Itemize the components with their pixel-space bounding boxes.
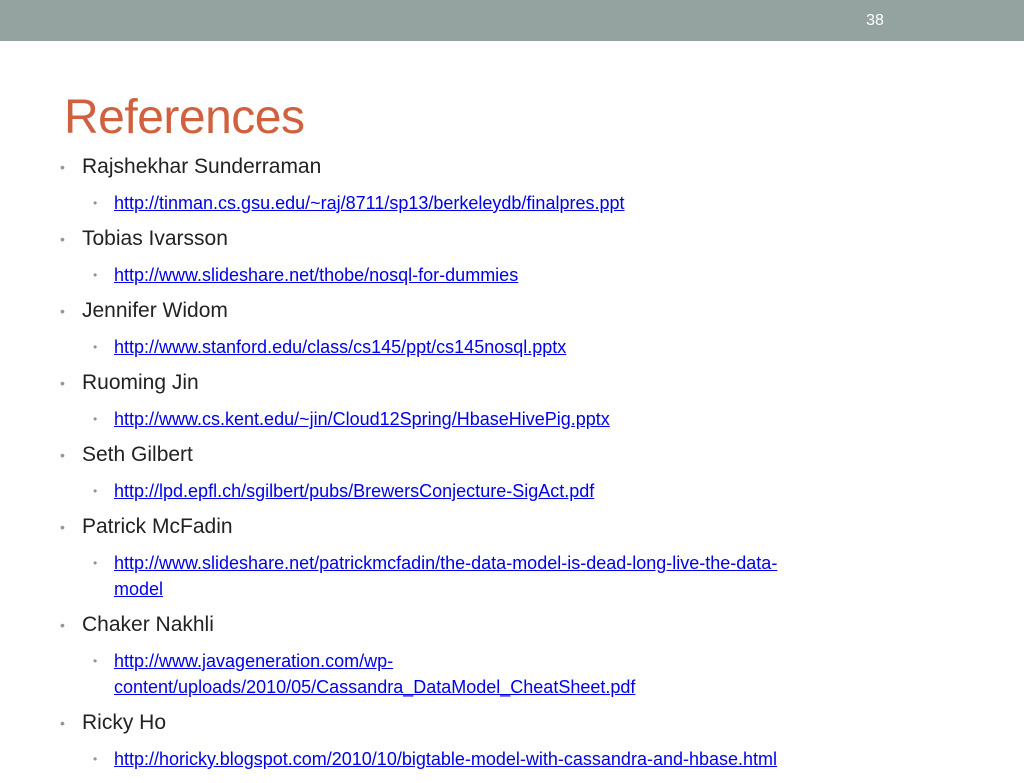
bullet-icon: • <box>93 484 98 498</box>
bullet-icon: • <box>60 159 65 175</box>
reference-author: • Ruoming Jin <box>60 371 965 395</box>
author-name: Jennifer Widom <box>82 299 228 322</box>
bullet-icon: • <box>93 412 98 426</box>
bullet-icon: • <box>60 447 65 463</box>
author-name: Tobias Ivarsson <box>82 227 228 250</box>
reference-link-row: • http://tinman.cs.gsu.edu/~raj/8711/sp1… <box>60 190 965 216</box>
reference-link-line-2: model <box>114 579 164 599</box>
reference-author: • Chaker Nakhli <box>60 613 965 637</box>
reference-link-row: • http://www.javageneration.com/wp-conte… <box>60 648 965 700</box>
reference-entry: • Tobias Ivarsson • http://www.slideshar… <box>60 227 965 288</box>
reference-author: • Tobias Ivarsson <box>60 227 965 251</box>
reference-entry: • Ricky Ho • http://horicky.blogspot.com… <box>60 711 965 772</box>
reference-entry: • Jennifer Widom • http://www.stanford.e… <box>60 299 965 360</box>
author-name: Patrick McFadin <box>82 515 233 538</box>
reference-author: • Seth Gilbert <box>60 443 965 467</box>
author-name: Ruoming Jin <box>82 371 199 394</box>
reference-entry: • Ruoming Jin • http://www.cs.kent.edu/~… <box>60 371 965 432</box>
reference-entry: • Seth Gilbert • http://lpd.epfl.ch/sgil… <box>60 443 965 504</box>
reference-author: • Ricky Ho <box>60 711 965 735</box>
bullet-icon: • <box>93 654 98 668</box>
bullet-icon: • <box>93 556 98 570</box>
reference-entry: • Rajshekhar Sunderraman • http://tinman… <box>60 155 965 216</box>
reference-author: • Rajshekhar Sunderraman <box>60 155 965 179</box>
reference-author: • Jennifer Widom <box>60 299 965 323</box>
author-name: Ricky Ho <box>82 711 167 734</box>
bullet-icon: • <box>60 375 65 391</box>
reference-entry: • Chaker Nakhli • http://www.javagenerat… <box>60 613 965 700</box>
bullet-icon: • <box>93 752 98 766</box>
bullet-icon: • <box>60 519 65 535</box>
reference-link[interactable]: http://www.javageneration.com/wp-content… <box>114 651 635 697</box>
reference-link[interactable]: http://tinman.cs.gsu.edu/~raj/8711/sp13/… <box>114 193 625 213</box>
reference-link-row: • http://horicky.blogspot.com/2010/10/bi… <box>60 746 965 772</box>
bullet-icon: • <box>60 231 65 247</box>
bullet-icon: • <box>60 617 65 633</box>
reference-link[interactable]: http://www.cs.kent.edu/~jin/Cloud12Sprin… <box>114 409 610 429</box>
reference-link-row: • http://lpd.epfl.ch/sgilbert/pubs/Brewe… <box>60 478 965 504</box>
author-name: Chaker Nakhli <box>82 613 214 636</box>
slide-title: References <box>64 91 305 144</box>
reference-link-row: • http://www.slideshare.net/thobe/nosql-… <box>60 262 965 288</box>
bullet-icon: • <box>60 715 65 731</box>
reference-link-line-1: http://www.javageneration.com/wp- <box>114 651 394 671</box>
references-list: • Rajshekhar Sunderraman • http://tinman… <box>60 155 965 783</box>
bullet-icon: • <box>60 303 65 319</box>
reference-link-row: • http://www.slideshare.net/patrickmcfad… <box>60 550 965 602</box>
bullet-icon: • <box>93 340 98 354</box>
reference-link-line-1: http://www.slideshare.net/patrickmcfadin… <box>114 553 778 573</box>
slide-number: 38 <box>866 12 884 29</box>
slide-header-bar: 38 <box>0 0 1024 41</box>
bullet-icon: • <box>93 268 98 282</box>
reference-link-row: • http://www.cs.kent.edu/~jin/Cloud12Spr… <box>60 406 965 432</box>
reference-author: • Patrick McFadin <box>60 515 965 539</box>
reference-link[interactable]: http://www.stanford.edu/class/cs145/ppt/… <box>114 337 566 357</box>
author-name: Seth Gilbert <box>82 443 193 466</box>
reference-link[interactable]: http://www.slideshare.net/thobe/nosql-fo… <box>114 265 518 285</box>
reference-link-line-2: content/uploads/2010/05/Cassandra_DataMo… <box>114 677 636 697</box>
author-name: Rajshekhar Sunderraman <box>82 155 322 178</box>
reference-link[interactable]: http://horicky.blogspot.com/2010/10/bigt… <box>114 749 777 769</box>
reference-link[interactable]: http://lpd.epfl.ch/sgilbert/pubs/Brewers… <box>114 481 594 501</box>
reference-entry: • Patrick McFadin • http://www.slideshar… <box>60 515 965 602</box>
bullet-icon: • <box>93 196 98 210</box>
reference-link-row: • http://www.stanford.edu/class/cs145/pp… <box>60 334 965 360</box>
reference-link[interactable]: http://www.slideshare.net/patrickmcfadin… <box>114 553 777 599</box>
